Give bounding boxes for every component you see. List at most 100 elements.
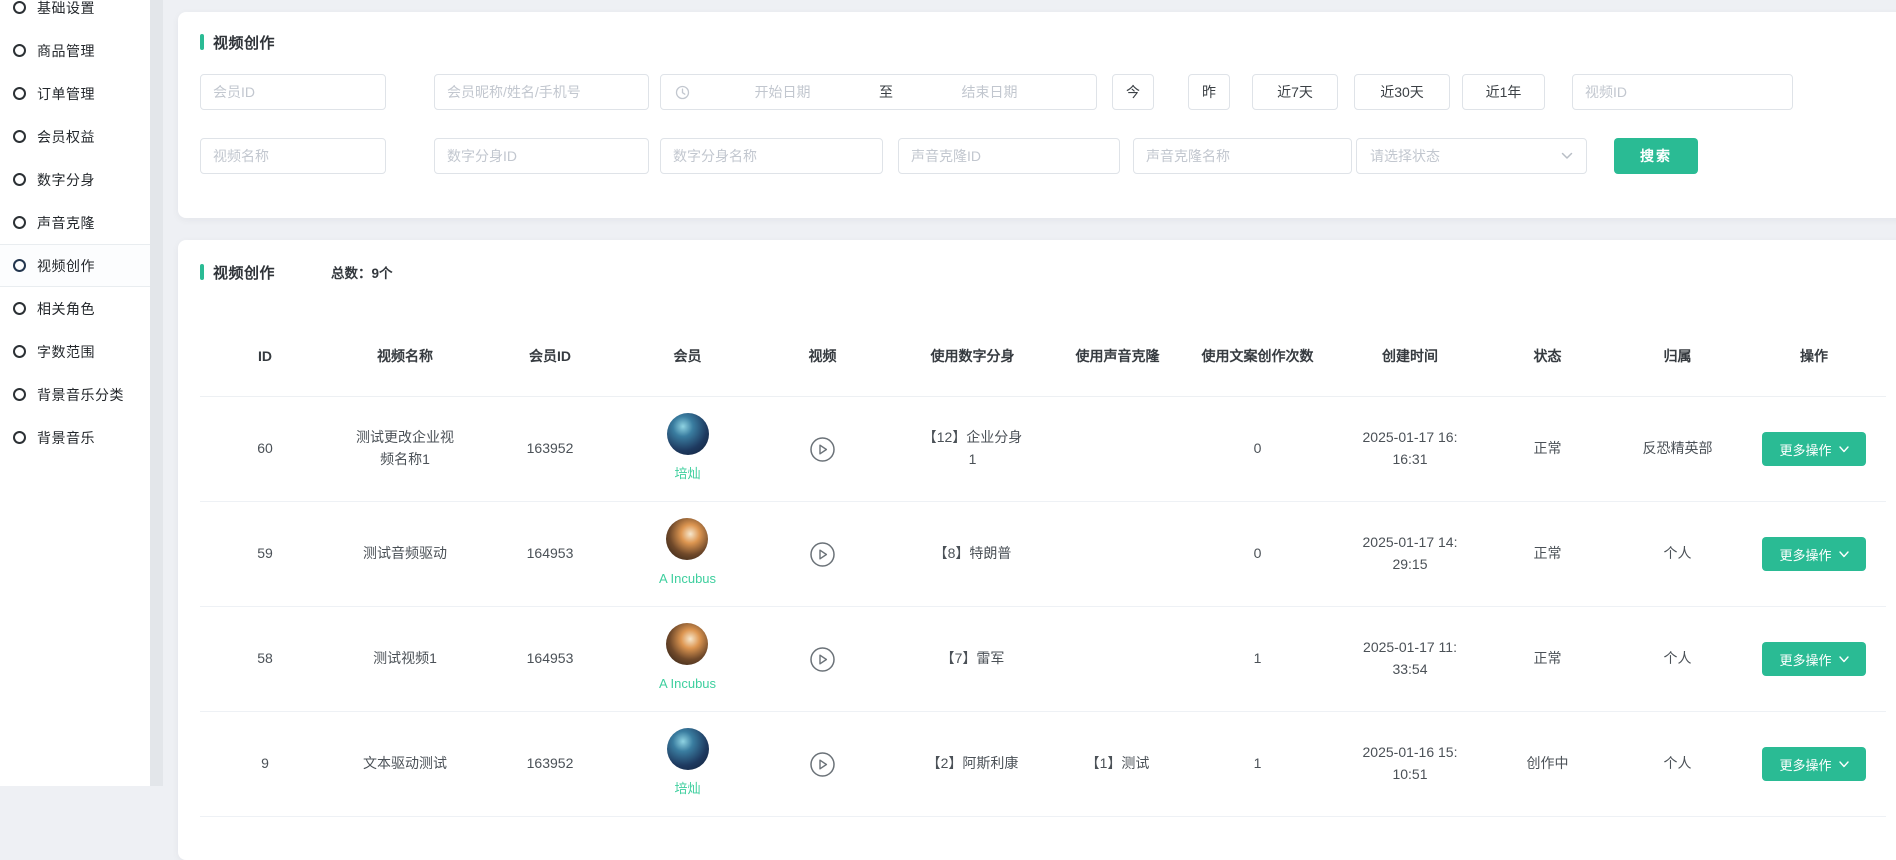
sidebar-item-word-count-range[interactable]: 字数范围 — [0, 330, 150, 373]
sidebar-item-basic-settings[interactable]: 基础设置 — [0, 0, 150, 29]
total-count-label: 总数：9个 — [331, 262, 393, 282]
play-icon — [809, 751, 836, 778]
cell-id: 9 — [200, 753, 330, 775]
radio-circle-icon — [13, 259, 26, 272]
sidebar-item-label: 背景音乐分类 — [37, 385, 124, 405]
sidebar-scrollbar-track[interactable] — [150, 0, 163, 786]
sidebar-item-label: 数字分身 — [37, 170, 95, 190]
more-actions-button[interactable]: 更多操作 — [1762, 747, 1866, 781]
cell-owner: 个人 — [1610, 753, 1745, 775]
chevron-down-icon — [1839, 446, 1849, 453]
cell-actions: 更多操作 — [1745, 432, 1883, 466]
sidebar-item-video-creation[interactable]: 视频创作 — [0, 244, 150, 287]
chevron-down-icon — [1839, 761, 1849, 768]
table-card-header: 视频创作 总数：9个 — [200, 262, 1888, 282]
sidebar-item-product-management[interactable]: 商品管理 — [0, 29, 150, 72]
cell-id: 58 — [200, 648, 330, 670]
more-actions-button[interactable]: 更多操作 — [1762, 642, 1866, 676]
title-accent-bar — [200, 264, 204, 280]
member-id-input[interactable] — [200, 74, 386, 110]
sidebar-item-bgm-category[interactable]: 背景音乐分类 — [0, 373, 150, 416]
column-header-copy-count: 使用文案创作次数 — [1180, 346, 1335, 368]
quick-range-7days-button[interactable]: 近7天 — [1252, 74, 1338, 110]
more-actions-button[interactable]: 更多操作 — [1762, 432, 1866, 466]
more-actions-button[interactable]: 更多操作 — [1762, 537, 1866, 571]
column-header-actions: 操作 — [1745, 346, 1883, 368]
voice-clone-id-input[interactable] — [898, 138, 1120, 174]
play-icon — [809, 436, 836, 463]
search-button[interactable]: 搜索 — [1614, 138, 1698, 174]
cell-member-id: 164953 — [480, 648, 620, 670]
cell-member-id: 163952 — [480, 753, 620, 775]
table-card-title: 视频创作 — [213, 262, 275, 283]
table-row: 58 测试视频1 164953 A Incubus 【7】雷军 1 2025-0… — [200, 607, 1886, 712]
video-name-input[interactable] — [200, 138, 386, 174]
quick-range-1year-button[interactable]: 近1年 — [1462, 74, 1545, 110]
radio-circle-icon — [13, 216, 26, 229]
cell-video — [755, 751, 890, 778]
filter-row-2: 请选择状态 搜索 — [200, 138, 1888, 174]
cell-actions: 更多操作 — [1745, 537, 1883, 571]
quick-range-today-button[interactable]: 今 — [1112, 74, 1154, 110]
sidebar-item-member-benefits[interactable]: 会员权益 — [0, 115, 150, 158]
radio-circle-icon — [13, 173, 26, 186]
filter-card: 视频创作 开始日期 至 结束日期 今 昨 近7天 近30天 近1年 请选择状态 — [178, 12, 1896, 218]
radio-circle-icon — [13, 44, 26, 57]
play-video-button[interactable] — [809, 436, 836, 463]
filter-row-1: 开始日期 至 结束日期 今 昨 近7天 近30天 近1年 — [200, 74, 1888, 110]
cell-voice-clone: 【1】测试 — [1055, 753, 1180, 775]
cell-video-name: 测试音频驱动 — [330, 543, 480, 565]
play-video-button[interactable] — [809, 646, 836, 673]
cell-video — [755, 436, 890, 463]
sidebar-item-order-management[interactable]: 订单管理 — [0, 72, 150, 115]
sidebar-item-related-roles[interactable]: 相关角色 — [0, 287, 150, 330]
column-header-voice-clone: 使用声音克隆 — [1055, 346, 1180, 368]
chevron-down-icon — [1561, 152, 1573, 160]
date-range-input[interactable]: 开始日期 至 结束日期 — [660, 74, 1097, 110]
sidebar-item-voice-clone[interactable]: 声音克隆 — [0, 201, 150, 244]
voice-clone-name-input[interactable] — [1133, 138, 1352, 174]
video-id-input[interactable] — [1572, 74, 1793, 110]
table-header-row: ID 视频名称 会员ID 会员 视频 使用数字分身 使用声音克隆 使用文案创作次… — [200, 318, 1886, 397]
radio-circle-icon — [13, 345, 26, 358]
title-accent-bar — [200, 34, 204, 50]
start-date-placeholder: 开始日期 — [690, 82, 875, 102]
digital-avatar-id-input[interactable] — [434, 138, 649, 174]
table-row: 59 测试音频驱动 164953 A Incubus 【8】特朗普 0 2025… — [200, 502, 1886, 607]
cell-video — [755, 646, 890, 673]
play-video-button[interactable] — [809, 541, 836, 568]
status-select[interactable]: 请选择状态 — [1356, 138, 1587, 174]
chevron-down-icon — [1839, 551, 1849, 558]
member-name: 培灿 — [674, 464, 700, 484]
column-header-status: 状态 — [1485, 346, 1610, 368]
radio-circle-icon — [13, 130, 26, 143]
cell-member: A Incubus — [620, 623, 755, 694]
cell-owner: 个人 — [1610, 543, 1745, 565]
sidebar-item-digital-avatar[interactable]: 数字分身 — [0, 158, 150, 201]
column-header-digital-avatar: 使用数字分身 — [890, 346, 1055, 368]
table-card: 视频创作 总数：9个 ID 视频名称 会员ID 会员 视频 使用数字分身 使用声… — [178, 240, 1896, 860]
member-avatar — [667, 413, 709, 455]
sidebar-item-bgm[interactable]: 背景音乐 — [0, 416, 150, 459]
cell-video-name: 文本驱动测试 — [330, 753, 480, 775]
sidebar-item-label: 背景音乐 — [37, 428, 95, 448]
cell-created-at: 2025-01-16 15:10:51 — [1335, 742, 1485, 785]
status-select-placeholder: 请选择状态 — [1370, 146, 1440, 166]
cell-member-id: 163952 — [480, 438, 620, 460]
member-avatar — [667, 728, 709, 770]
radio-circle-icon — [13, 87, 26, 100]
play-icon — [809, 541, 836, 568]
cell-status: 正常 — [1485, 543, 1610, 565]
play-icon — [809, 646, 836, 673]
quick-range-30days-button[interactable]: 近30天 — [1354, 74, 1450, 110]
member-name: 培灿 — [674, 779, 700, 799]
chevron-down-icon — [1839, 656, 1849, 663]
play-video-button[interactable] — [809, 751, 836, 778]
cell-status: 正常 — [1485, 438, 1610, 460]
cell-copy-count: 1 — [1180, 753, 1335, 775]
date-range-separator: 至 — [875, 82, 897, 102]
cell-digital-avatar: 【2】阿斯利康 — [890, 753, 1055, 775]
quick-range-yesterday-button[interactable]: 昨 — [1188, 74, 1230, 110]
digital-avatar-name-input[interactable] — [660, 138, 883, 174]
member-nickname-input[interactable] — [434, 74, 649, 110]
